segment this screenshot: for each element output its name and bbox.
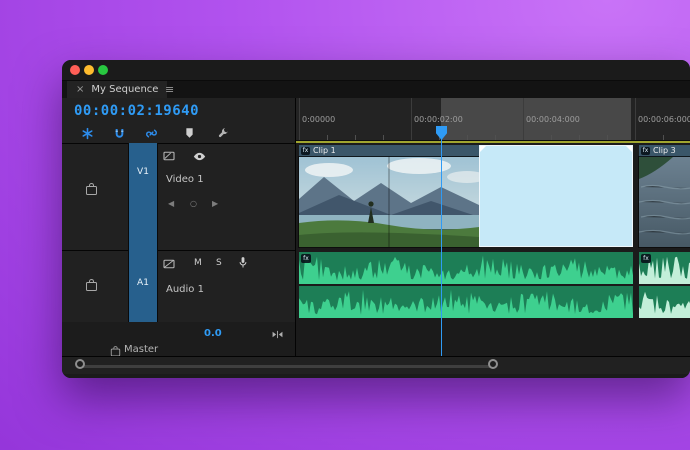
trim-handle-left-icon[interactable] bbox=[480, 146, 486, 152]
timeline-settings-wrench-icon bbox=[218, 127, 228, 137]
ruler-major-tick bbox=[411, 98, 412, 140]
clip-1-header: fx Clip 1 bbox=[299, 145, 479, 157]
ruler-minor-tick bbox=[467, 135, 468, 140]
timeline-tracks-area: 0:00000 00:00:02:00 00:00:04:000 00:00:0… bbox=[296, 98, 690, 356]
prev-keyframe-button[interactable]: ◀ bbox=[168, 199, 174, 208]
fx-badge-icon[interactable]: fx bbox=[641, 146, 650, 155]
ruler-minor-tick bbox=[327, 135, 328, 140]
ruler-minor-tick bbox=[355, 135, 356, 140]
minimize-window-button[interactable] bbox=[84, 65, 94, 75]
snap-button[interactable] bbox=[110, 125, 128, 141]
nest-icon bbox=[81, 127, 93, 139]
clip-3-thumbnail bbox=[638, 156, 690, 248]
track-header-column: 00:00:02:19640 V1 Video 1 ◀ ○ ▶ A1 M S A… bbox=[62, 98, 296, 357]
timeline-settings-button[interactable] bbox=[214, 125, 232, 141]
audio-sync-lock-button[interactable] bbox=[160, 256, 178, 272]
nest-button[interactable] bbox=[78, 125, 96, 141]
eye-icon bbox=[193, 152, 205, 160]
add-marker-icon bbox=[185, 128, 193, 138]
linked-selection-icon bbox=[145, 129, 157, 137]
next-keyframe-button[interactable]: ▶ bbox=[212, 199, 218, 208]
clip-1-label: Clip 1 bbox=[313, 146, 336, 155]
clip-3-header: fx Clip 3 bbox=[639, 145, 690, 157]
keyframe-navigator-icon bbox=[272, 330, 282, 338]
window-titlebar[interactable] bbox=[62, 60, 690, 81]
trim-handle-right-icon[interactable] bbox=[626, 146, 632, 152]
clip-1-thumbnail bbox=[298, 156, 480, 248]
audio-clip-3-channel-right bbox=[639, 286, 690, 318]
clip-3-label: Clip 3 bbox=[653, 146, 676, 155]
add-marker-button[interactable] bbox=[180, 125, 198, 141]
fx-badge-icon[interactable]: fx bbox=[301, 146, 310, 155]
audio-track-name: Audio 1 bbox=[166, 284, 204, 295]
ruler-major-tick bbox=[523, 98, 524, 140]
keyframe-navigator-button[interactable] bbox=[268, 326, 286, 342]
ruler-major-tick bbox=[635, 98, 636, 140]
fx-badge-icon[interactable]: fx bbox=[301, 254, 311, 263]
zoom-scrollbar[interactable] bbox=[62, 356, 690, 375]
track-output-button[interactable] bbox=[190, 148, 208, 164]
clip-2-selected[interactable] bbox=[479, 145, 633, 247]
zoom-scrollbar-track[interactable] bbox=[80, 365, 493, 368]
sync-lock-crossed-icon bbox=[163, 259, 175, 269]
desktop-background: × My Sequence ≡ 00:00:02:19640 V1 Video … bbox=[0, 0, 690, 450]
window-bottom-edge bbox=[62, 374, 690, 378]
tab-my-sequence[interactable]: × My Sequence bbox=[67, 81, 168, 98]
ruler-tick-label: 00:00:02:00 bbox=[414, 115, 463, 124]
solo-button[interactable]: S bbox=[216, 258, 222, 268]
sync-lock-icon bbox=[163, 151, 175, 161]
linked-selection-button[interactable] bbox=[142, 125, 160, 141]
time-ruler[interactable]: 0:00000 00:00:02:00 00:00:04:000 00:00:0… bbox=[296, 98, 690, 141]
add-keyframe-button[interactable]: ○ bbox=[190, 199, 197, 208]
ruler-minor-tick bbox=[495, 135, 496, 140]
master-track-label: Master bbox=[124, 344, 159, 355]
master-level-value[interactable]: 0.0 bbox=[204, 328, 222, 339]
audio-clip-1-channel-left bbox=[299, 252, 633, 284]
ruler-tick-label: 0:00000 bbox=[302, 115, 336, 124]
ruler-minor-tick bbox=[663, 135, 664, 140]
ruler-minor-tick bbox=[383, 135, 384, 140]
ruler-tick-label: 00:00:06:000 bbox=[638, 115, 690, 124]
video-track-name: Video 1 bbox=[166, 174, 204, 185]
ruler-tick-label: 00:00:04:000 bbox=[526, 115, 580, 124]
snap-magnet-icon bbox=[115, 128, 123, 138]
ruler-minor-tick bbox=[579, 135, 580, 140]
audio-clip-1-channel-right bbox=[299, 286, 633, 318]
panel-menu-icon[interactable]: ≡ bbox=[165, 83, 174, 96]
ruler-minor-tick bbox=[607, 135, 608, 140]
mute-button[interactable]: M bbox=[194, 258, 202, 268]
zoom-handle-left[interactable] bbox=[75, 359, 85, 369]
video-track-target-v1[interactable]: V1 bbox=[128, 143, 158, 250]
playhead-line bbox=[441, 126, 442, 356]
panel-tab-bar: × My Sequence ≡ bbox=[62, 81, 690, 98]
fx-badge-icon[interactable]: fx bbox=[641, 254, 651, 263]
voiceover-record-button[interactable] bbox=[234, 254, 252, 270]
microphone-icon bbox=[239, 256, 247, 267]
video-sync-lock-button[interactable] bbox=[160, 148, 178, 164]
ruler-minor-tick bbox=[551, 135, 552, 140]
audio-track-target-a1[interactable]: A1 bbox=[128, 250, 158, 322]
master-track-header: 0.0 Master bbox=[62, 322, 295, 357]
timecode-display[interactable]: 00:00:02:19640 bbox=[74, 103, 199, 119]
zoom-window-button[interactable] bbox=[98, 65, 108, 75]
tab-title: My Sequence bbox=[91, 84, 159, 95]
timeline-window: × My Sequence ≡ 00:00:02:19640 V1 Video … bbox=[62, 60, 690, 378]
tab-close-icon[interactable]: × bbox=[76, 84, 84, 95]
zoom-handle-right[interactable] bbox=[488, 359, 498, 369]
video-track-lock-button[interactable] bbox=[86, 182, 97, 195]
render-status-bar bbox=[296, 141, 690, 143]
close-window-button[interactable] bbox=[70, 65, 80, 75]
ruler-major-tick bbox=[299, 98, 300, 140]
timeline-panel-body: 00:00:02:19640 V1 Video 1 ◀ ○ ▶ A1 M S A… bbox=[62, 98, 690, 378]
audio-track-lock-button[interactable] bbox=[86, 278, 97, 291]
